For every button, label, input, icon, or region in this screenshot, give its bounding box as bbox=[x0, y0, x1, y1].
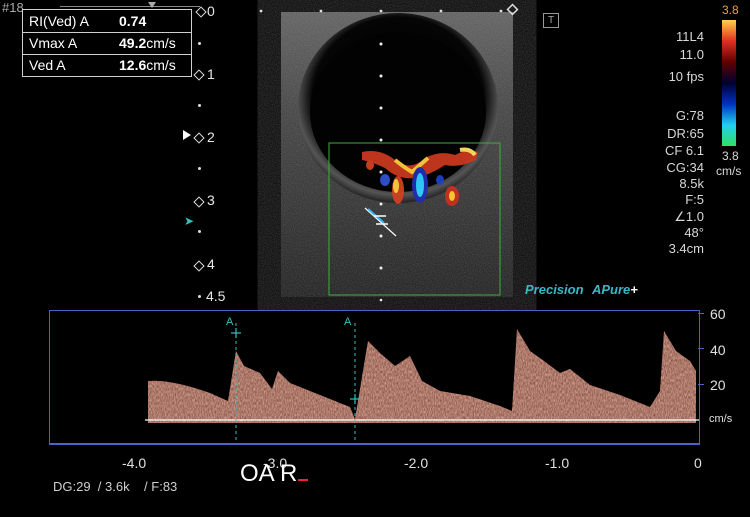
angle: 48° bbox=[684, 225, 704, 240]
color-frequency: CF 6.1 bbox=[664, 143, 704, 158]
apure-logo: APure+ bbox=[592, 282, 638, 297]
probe-name: 11L4 bbox=[676, 29, 704, 44]
vel-tick bbox=[698, 384, 704, 385]
gate-depth: 3.4cm bbox=[668, 241, 704, 256]
svg-text:A: A bbox=[344, 316, 352, 328]
doppler-gain-info: DG:29 / 3.6k / F:83 bbox=[53, 479, 178, 494]
filter: F:5 bbox=[685, 192, 704, 207]
color-scale-bar bbox=[722, 20, 736, 146]
spectrum-waveform: A A bbox=[145, 316, 699, 444]
gain: G:78 bbox=[675, 108, 704, 123]
bmode-image bbox=[259, 3, 519, 302]
precision-logo: Precision bbox=[525, 282, 584, 297]
color-gain: CG:34 bbox=[666, 160, 704, 175]
vel-tick bbox=[698, 313, 704, 314]
svg-text:A: A bbox=[226, 316, 234, 328]
time-axis bbox=[49, 443, 699, 444]
frame-rate: 10 fps bbox=[668, 69, 704, 84]
prf: 8.5k bbox=[679, 176, 704, 191]
vel-tick bbox=[698, 348, 704, 349]
frequency: 11.0 bbox=[679, 47, 704, 62]
doppler-spectrum-panel: A A bbox=[49, 310, 700, 445]
angle-correction: ∠1.0 bbox=[674, 209, 704, 224]
dynamic-range: DR:65 bbox=[667, 126, 704, 141]
probe-orientation-label: OA R bbox=[240, 460, 309, 488]
marker-t-icon: T bbox=[543, 13, 559, 28]
